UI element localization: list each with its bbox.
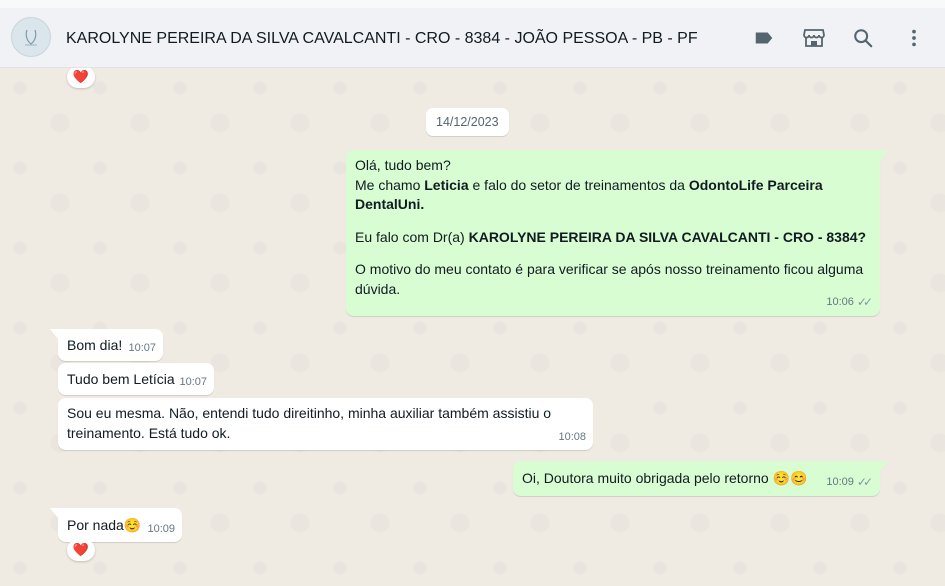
message-time: 10:09 <box>147 522 175 535</box>
message-meta: 10:07 <box>128 339 156 359</box>
search-icon[interactable] <box>851 26 875 50</box>
message-meta: 10:09 ✓✓ <box>826 473 873 493</box>
chat-header: KAROLYNE PEREIRA DA SILVA CAVALCANTI - C… <box>0 8 945 68</box>
message-bubble-incoming[interactable]: Bom dia! 10:07 <box>50 329 163 361</box>
message-time: 10:07 <box>179 375 207 388</box>
message-time: 10:08 <box>558 430 586 443</box>
message-text: Eu falo com Dr(a) KAROLYNE PEREIRA DA SI… <box>355 228 867 245</box>
message-meta: 10:09 <box>147 520 175 540</box>
message-text: Me chamo Leticia e falo do setor de trei… <box>355 176 823 193</box>
message-text: Bom dia! <box>67 337 123 353</box>
avatar-logo-icon <box>25 29 37 46</box>
date-divider: 14/12/2023 <box>426 108 509 136</box>
message-time: 10:06 <box>826 295 854 308</box>
message-meta: 10:06 ✓✓ <box>826 293 873 313</box>
message-meta: 10:07 <box>179 373 207 393</box>
message-text: O motivo do meu contato é para verificar… <box>355 261 864 277</box>
contact-name[interactable]: KAROLYNE PEREIRA DA SILVA CAVALCANTI - C… <box>66 30 698 48</box>
message-bubble-incoming[interactable]: Por nada☺️ 10:09 <box>50 508 182 542</box>
reaction-badge[interactable]: ❤️ <box>67 539 95 561</box>
chat-area[interactable]: ❤️ 14/12/2023 Olá, tudo bem? Me chamo Le… <box>0 68 945 586</box>
message-text: dúvida. <box>355 280 401 297</box>
double-check-icon: ✓✓ <box>856 474 873 489</box>
message-text: Tudo bem Letícia <box>67 371 175 387</box>
message-bubble-outgoing[interactable]: Olá, tudo bem? Me chamo Leticia e falo d… <box>346 150 888 316</box>
message-text: Sou eu mesma. Não, entendi tudo direitin… <box>67 405 552 421</box>
avatar[interactable] <box>11 17 51 57</box>
message-bubble-incoming[interactable]: Tudo bem Letícia 10:07 <box>58 363 214 395</box>
message-bubble-outgoing[interactable]: Oi, Doutora muito obrigada pelo retorno … <box>513 461 888 496</box>
menu-icon[interactable] <box>902 26 926 50</box>
message-text: DentalUni. <box>355 196 425 212</box>
heart-icon: ❤️ <box>72 69 90 84</box>
message-time: 10:07 <box>128 341 156 354</box>
double-check-icon: ✓✓ <box>856 294 873 309</box>
message-time: 10:09 <box>826 475 854 488</box>
catalog-icon[interactable] <box>802 26 826 50</box>
message-bubble-incoming[interactable]: Sou eu mesma. Não, entendi tudo direitin… <box>58 398 593 450</box>
message-meta: 10:08 <box>558 428 586 448</box>
reaction-badge[interactable]: ❤️ <box>67 68 95 88</box>
label-icon[interactable] <box>752 26 776 50</box>
message-text: Por nada☺️ <box>67 517 142 533</box>
heart-icon: ❤️ <box>72 542 90 557</box>
message-text: Oi, Doutora muito obrigada pelo retorno … <box>522 470 808 486</box>
message-text: treinamento. Está tudo ok. <box>67 424 231 441</box>
message-text: Olá, tudo bem? <box>355 157 451 173</box>
